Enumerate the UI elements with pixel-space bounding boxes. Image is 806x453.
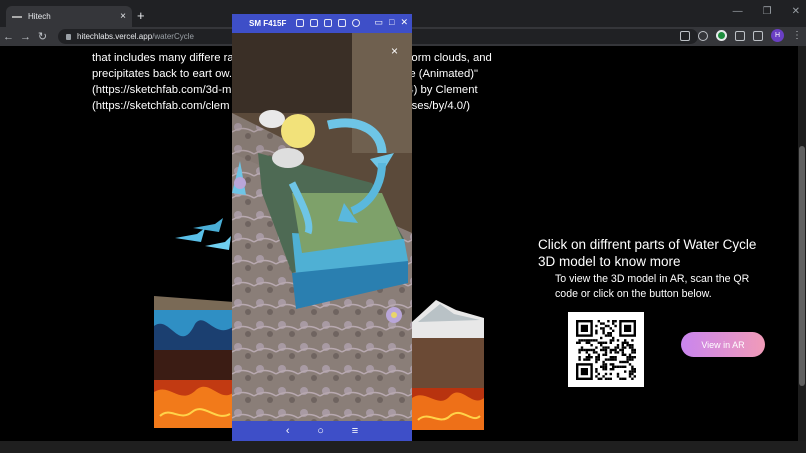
reload-icon[interactable]: ↻ bbox=[34, 30, 51, 43]
scrollbar-thumb[interactable] bbox=[799, 146, 805, 386]
toolbar-icons: H ⋮ bbox=[680, 29, 802, 42]
share-icon[interactable] bbox=[680, 30, 690, 41]
view-in-ar-button[interactable]: View in AR bbox=[681, 332, 765, 357]
minimize-window-button[interactable]: — bbox=[733, 6, 743, 17]
url-path: /waterCycle bbox=[152, 32, 194, 41]
lock-icon bbox=[66, 33, 71, 40]
url-host: hitechlabs.vercel.app bbox=[77, 32, 153, 41]
ar-close-button[interactable]: × bbox=[391, 44, 398, 58]
phone-title-bar[interactable]: SM F415F ▭ □ ✕ bbox=[232, 14, 412, 33]
forward-icon[interactable]: → bbox=[17, 31, 34, 43]
restore-window-button[interactable]: ❐ bbox=[763, 6, 772, 17]
info-panel: Click on diffrent parts of Water Cycle 3… bbox=[538, 236, 768, 302]
info-title: Click on diffrent parts of Water Cycle 3… bbox=[538, 237, 757, 269]
window-controls: — ❐ ✕ bbox=[733, 6, 800, 17]
nav-back-icon[interactable]: ‹ bbox=[286, 425, 290, 437]
profile-avatar[interactable]: H bbox=[771, 29, 784, 42]
back-icon[interactable]: ← bbox=[0, 31, 17, 43]
info-subtitle: To view the 3D model in AR, scan the QR … bbox=[555, 273, 750, 300]
page-scrollbar[interactable] bbox=[798, 46, 806, 441]
tab-close-icon[interactable]: × bbox=[120, 11, 126, 22]
side-panel-icon[interactable] bbox=[753, 30, 763, 41]
tab-title: Hitech bbox=[28, 12, 51, 21]
close-window-button[interactable]: ✕ bbox=[792, 6, 800, 17]
record-icon[interactable] bbox=[310, 19, 318, 27]
water-cycle-model-left[interactable] bbox=[150, 296, 240, 436]
qr-code[interactable] bbox=[568, 312, 644, 387]
tab-favicon-icon bbox=[12, 15, 22, 18]
phone-maximize-icon[interactable]: □ bbox=[389, 17, 394, 28]
device-name: SM F415F bbox=[249, 19, 287, 28]
phone-window-controls: ▭ □ ✕ bbox=[375, 17, 409, 28]
phone-toolbar-icons bbox=[296, 19, 360, 27]
nav-home-icon[interactable]: ○ bbox=[317, 425, 324, 437]
nav-recents-icon[interactable]: ≡ bbox=[352, 425, 358, 437]
phone-close-icon[interactable]: ✕ bbox=[400, 17, 408, 28]
ar-camera-view[interactable] bbox=[232, 33, 412, 421]
fullscreen-icon[interactable] bbox=[338, 19, 346, 27]
browser-menu-icon[interactable]: ⋮ bbox=[792, 30, 802, 41]
screenshot-icon[interactable] bbox=[296, 19, 304, 27]
new-tab-button[interactable]: + bbox=[137, 8, 145, 23]
extensions-puzzle-icon[interactable] bbox=[735, 30, 745, 41]
phone-minimize-icon[interactable]: ▭ bbox=[375, 17, 384, 28]
settings-gear-icon[interactable] bbox=[352, 19, 360, 27]
screen: Hitech × + — ❐ ✕ ← → ↻ hitechlabs.vercel… bbox=[0, 0, 806, 453]
android-nav-bar: ‹ ○ ≡ bbox=[232, 421, 412, 441]
browser-tab[interactable]: Hitech × bbox=[6, 6, 132, 27]
window-bottom-edge bbox=[0, 441, 806, 453]
audio-icon[interactable] bbox=[324, 19, 332, 27]
extension-grammarly-icon[interactable] bbox=[716, 30, 727, 41]
water-cycle-model-right[interactable] bbox=[410, 298, 490, 438]
phone-mirror-window[interactable]: SM F415F ▭ □ ✕ × ‹ ○ ≡ bbox=[232, 14, 412, 441]
bookmark-star-icon[interactable] bbox=[698, 30, 708, 41]
vapor-arrows[interactable] bbox=[175, 216, 235, 256]
